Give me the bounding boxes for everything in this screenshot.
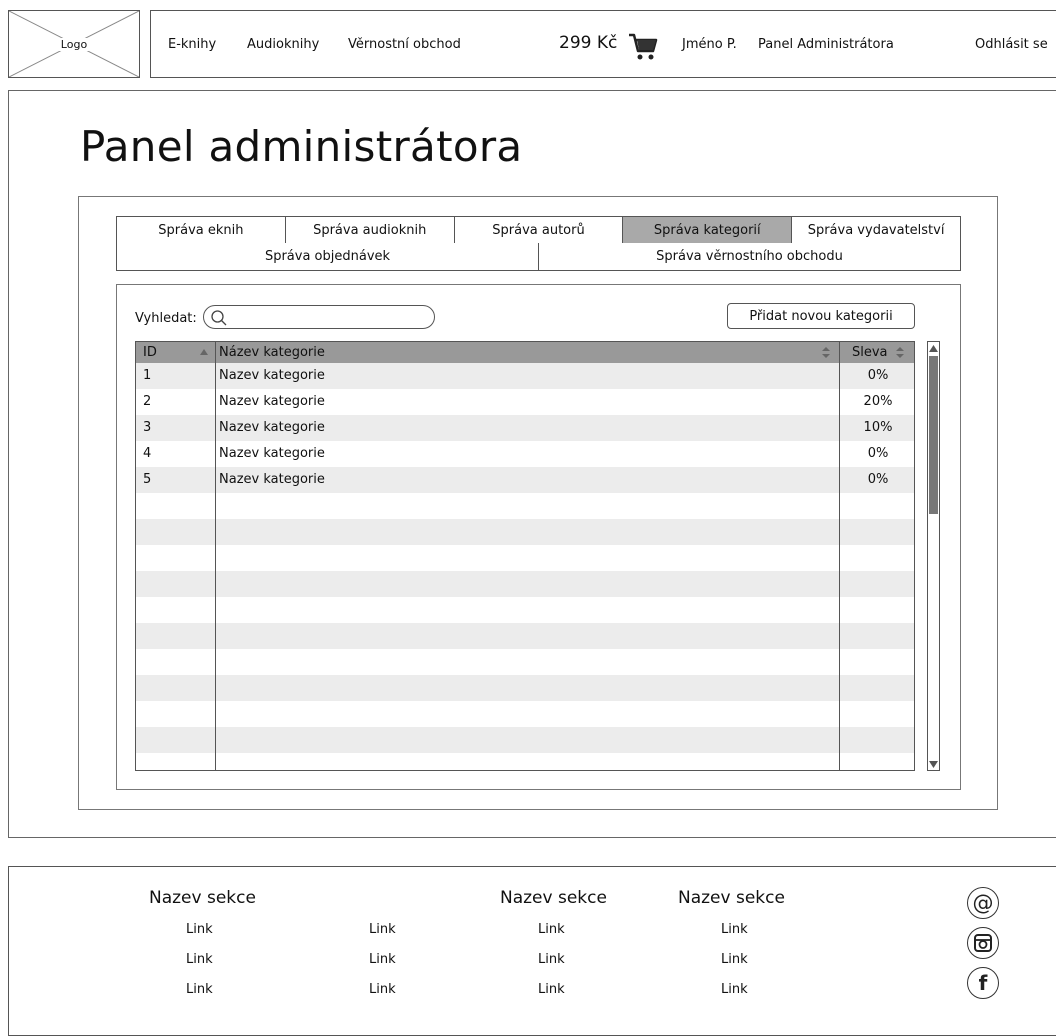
footer-link[interactable]: Link bbox=[186, 952, 213, 967]
cell-id: 1 bbox=[143, 368, 152, 383]
table-row[interactable]: 4 Nazev kategorie 0% bbox=[136, 441, 914, 467]
empty-table-row bbox=[136, 597, 914, 623]
admin-panel-link[interactable]: Panel Administrátora bbox=[758, 37, 894, 52]
cell-discount: 10% bbox=[863, 420, 893, 435]
cell-discount: 0% bbox=[867, 446, 889, 461]
column-header-id[interactable]: ID bbox=[143, 342, 157, 363]
tab-ebooks[interactable]: Správa eknih bbox=[117, 217, 286, 243]
instagram-icon[interactable] bbox=[967, 927, 999, 959]
categories-table: ID Název kategorie Sleva 1 Nazev kategori… bbox=[135, 341, 915, 771]
empty-table-row bbox=[136, 701, 914, 727]
user-name[interactable]: Jméno P. bbox=[682, 37, 737, 52]
empty-table-row bbox=[136, 727, 914, 753]
nav-ebooks[interactable]: E-knihy bbox=[168, 37, 216, 52]
empty-table-row bbox=[136, 753, 914, 770]
top-navigation: E-knihy Audioknihy Věrnostní obchod 299 … bbox=[150, 10, 1056, 78]
empty-table-row bbox=[136, 675, 914, 701]
email-icon[interactable]: @ bbox=[967, 887, 999, 919]
sort-icon[interactable] bbox=[822, 347, 830, 358]
table-scrollbar[interactable] bbox=[927, 341, 940, 771]
tab-publishers[interactable]: Správa vydavatelství bbox=[792, 217, 960, 243]
footer-link[interactable]: Link bbox=[538, 922, 565, 937]
logo-label: Logo bbox=[58, 37, 90, 51]
nav-loyalty-shop[interactable]: Věrnostní obchod bbox=[348, 37, 461, 52]
empty-table-row bbox=[136, 493, 914, 519]
cart-total: 299 Kč bbox=[559, 33, 618, 53]
footer-link[interactable]: Link bbox=[369, 922, 396, 937]
footer-link[interactable]: Link bbox=[721, 922, 748, 937]
footer-link[interactable]: Link bbox=[538, 982, 565, 997]
footer: Nazev sekce Nazev sekce Nazev sekce Link… bbox=[8, 866, 1056, 1036]
search-input[interactable] bbox=[203, 305, 435, 329]
cell-id: 3 bbox=[143, 420, 152, 435]
logo[interactable]: Logo bbox=[8, 10, 140, 78]
empty-table-row bbox=[136, 623, 914, 649]
footer-section-heading: Nazev sekce bbox=[149, 888, 256, 908]
cell-discount: 0% bbox=[867, 368, 889, 383]
scrollbar-thumb[interactable] bbox=[929, 356, 938, 514]
empty-table-row bbox=[136, 519, 914, 545]
table-header: ID Název kategorie Sleva bbox=[136, 342, 914, 363]
page-title: Panel administrátora bbox=[80, 122, 523, 171]
cell-category-name: Nazev kategorie bbox=[219, 420, 325, 435]
search-label: Vyhledat: bbox=[135, 311, 197, 326]
scroll-down-icon[interactable] bbox=[928, 758, 939, 770]
footer-section-heading: Nazev sekce bbox=[500, 888, 607, 908]
empty-table-row bbox=[136, 649, 914, 675]
nav-audiobooks[interactable]: Audioknihy bbox=[247, 37, 319, 52]
table-row[interactable]: 1 Nazev kategorie 0% bbox=[136, 363, 914, 389]
empty-table-row bbox=[136, 571, 914, 597]
table-row[interactable]: 3 Nazev kategorie 10% bbox=[136, 415, 914, 441]
admin-tabs-row1: Správa eknih Správa audioknih Správa aut… bbox=[116, 216, 961, 244]
table-row[interactable]: 5 Nazev kategorie 0% bbox=[136, 467, 914, 493]
column-divider bbox=[215, 342, 216, 770]
column-divider bbox=[839, 342, 840, 770]
column-header-discount[interactable]: Sleva bbox=[852, 342, 888, 363]
facebook-icon[interactable]: f bbox=[967, 967, 999, 999]
cell-id: 2 bbox=[143, 394, 152, 409]
admin-tabs-row2: Správa objednávek Správa věrnostního obc… bbox=[116, 243, 961, 271]
cell-id: 5 bbox=[143, 472, 152, 487]
cart-icon[interactable] bbox=[627, 31, 659, 63]
cell-discount: 0% bbox=[867, 472, 889, 487]
sort-icon[interactable] bbox=[896, 347, 904, 358]
footer-link[interactable]: Link bbox=[369, 982, 396, 997]
tab-audiobooks[interactable]: Správa audioknih bbox=[285, 217, 455, 243]
tab-categories[interactable]: Správa kategorií bbox=[623, 217, 793, 243]
footer-link[interactable]: Link bbox=[721, 982, 748, 997]
cell-category-name: Nazev kategorie bbox=[219, 368, 325, 383]
footer-link[interactable]: Link bbox=[721, 952, 748, 967]
sort-asc-icon[interactable] bbox=[200, 349, 208, 355]
scroll-up-icon[interactable] bbox=[928, 342, 939, 354]
footer-link[interactable]: Link bbox=[369, 952, 396, 967]
column-header-name[interactable]: Název kategorie bbox=[219, 342, 325, 363]
footer-link[interactable]: Link bbox=[186, 982, 213, 997]
footer-link[interactable]: Link bbox=[186, 922, 213, 937]
footer-section-heading: Nazev sekce bbox=[678, 888, 785, 908]
cell-id: 4 bbox=[143, 446, 152, 461]
cell-category-name: Nazev kategorie bbox=[219, 472, 325, 487]
logout-link[interactable]: Odhlásit se bbox=[975, 37, 1048, 52]
search-icon bbox=[211, 310, 227, 326]
table-row[interactable]: 2 Nazev kategorie 20% bbox=[136, 389, 914, 415]
tab-orders[interactable]: Správa objednávek bbox=[117, 243, 539, 270]
footer-link[interactable]: Link bbox=[538, 952, 565, 967]
add-category-button[interactable]: Přidat novou kategorii bbox=[727, 303, 915, 329]
cell-category-name: Nazev kategorie bbox=[219, 446, 325, 461]
cell-discount: 20% bbox=[863, 394, 893, 409]
empty-table-row bbox=[136, 545, 914, 571]
tab-loyalty-shop[interactable]: Správa věrnostního obchodu bbox=[539, 243, 960, 270]
cell-category-name: Nazev kategorie bbox=[219, 394, 325, 409]
tab-authors[interactable]: Správa autorů bbox=[454, 217, 624, 243]
